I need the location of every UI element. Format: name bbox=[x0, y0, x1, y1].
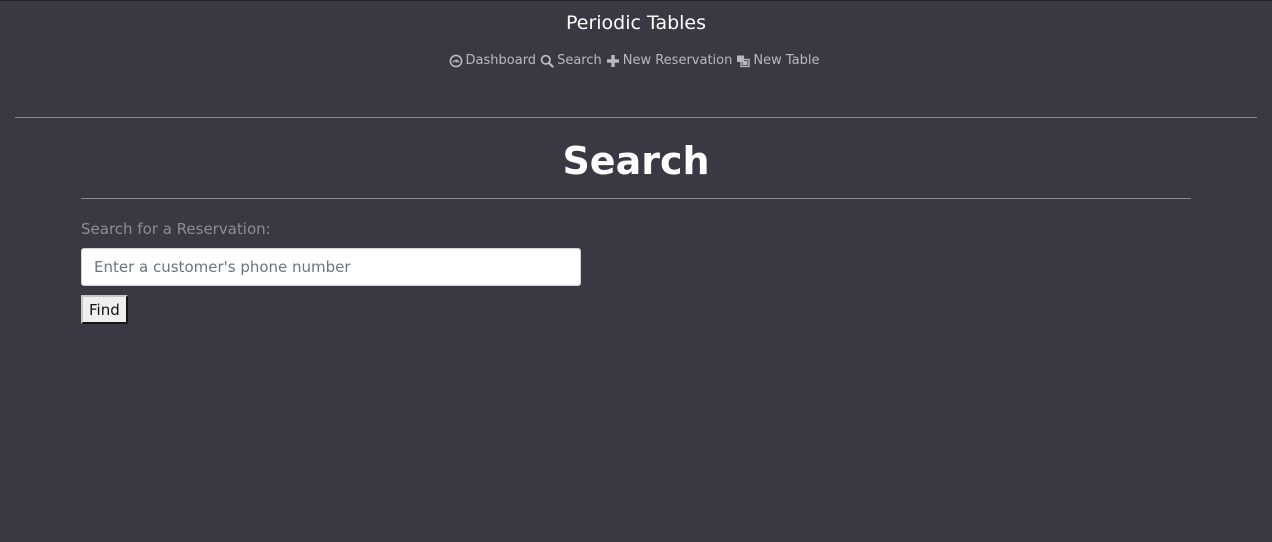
page-title: Search bbox=[562, 139, 710, 183]
find-button[interactable]: Find bbox=[81, 295, 128, 324]
layers-icon bbox=[736, 54, 751, 68]
nav-link-dashboard[interactable]: Dashboard bbox=[449, 52, 537, 70]
search-icon bbox=[540, 54, 554, 68]
search-input[interactable] bbox=[81, 248, 581, 286]
nav-link-label: Dashboard bbox=[465, 53, 537, 68]
header-divider bbox=[15, 117, 1257, 118]
dashboard-icon bbox=[449, 54, 463, 68]
app-title: Periodic Tables bbox=[565, 12, 707, 34]
plus-icon bbox=[606, 54, 620, 68]
main-nav: Dashboard Search New Reservation New Tab… bbox=[0, 52, 1272, 70]
nav-link-label: Search bbox=[557, 53, 602, 68]
search-label: Search for a Reservation: bbox=[81, 220, 271, 238]
nav-link-label: New Reservation bbox=[622, 53, 733, 68]
nav-link-label: New Table bbox=[753, 53, 820, 68]
nav-link-new-reservation[interactable]: New Reservation bbox=[606, 52, 733, 70]
title-divider bbox=[81, 198, 1191, 199]
nav-link-search[interactable]: Search bbox=[540, 52, 602, 70]
nav-link-new-table[interactable]: New Table bbox=[736, 52, 819, 70]
